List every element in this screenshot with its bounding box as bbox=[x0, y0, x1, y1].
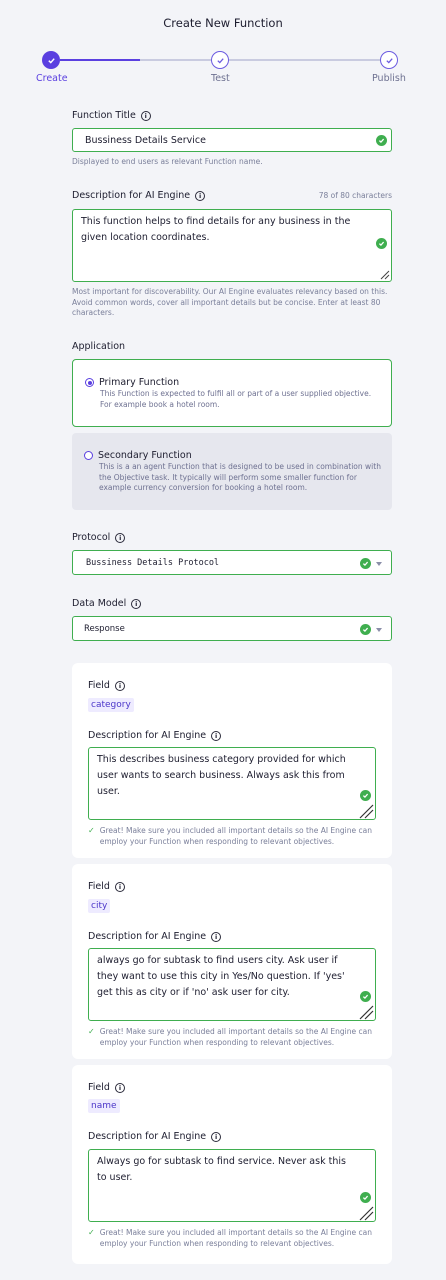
data-model-select[interactable]: Response bbox=[72, 616, 392, 641]
step-test-label[interactable]: Test bbox=[211, 73, 230, 84]
field-description-value: Always go for subtask to find service. N… bbox=[97, 1156, 346, 1183]
function-title-label-text: Function Title bbox=[72, 110, 136, 121]
function-title-value: Bussiness Details Service bbox=[85, 135, 206, 146]
valid-check-icon bbox=[376, 238, 387, 249]
valid-check-icon bbox=[360, 624, 371, 635]
field-ok-text: Great! Make sure you included all import… bbox=[99, 1027, 372, 1047]
protocol-select[interactable]: Bussiness Details Protocol bbox=[72, 550, 392, 575]
field-description-textarea[interactable]: always go for subtask to find users city… bbox=[88, 948, 376, 1021]
field-description-textarea[interactable]: Always go for subtask to find service. N… bbox=[88, 1149, 376, 1222]
field-description-label-text: Description for AI Engine bbox=[88, 730, 207, 741]
field-description-label: Description for AI Engine i bbox=[88, 1131, 222, 1142]
valid-check-icon bbox=[376, 135, 387, 146]
field-label-text: Field bbox=[88, 881, 110, 892]
resize-handle-icon[interactable] bbox=[359, 1206, 374, 1221]
field-ok-message: ✓ Great! Make sure you included all impo… bbox=[88, 826, 378, 847]
info-icon[interactable]: i bbox=[114, 1082, 125, 1093]
field-label: Field i bbox=[88, 881, 125, 892]
info-icon[interactable]: i bbox=[195, 190, 206, 201]
primary-function-desc: This Function is expected to fulfil all … bbox=[100, 389, 372, 409]
description-hint: Most important for discoverability. Our … bbox=[72, 287, 388, 317]
primary-function-title: Primary Function bbox=[99, 377, 180, 388]
radio-unselected-icon[interactable] bbox=[84, 451, 93, 460]
resize-handle-icon[interactable] bbox=[380, 270, 390, 280]
info-icon[interactable]: i bbox=[114, 680, 125, 691]
check-icon: ✓ bbox=[88, 1228, 95, 1237]
field-description-textarea[interactable]: This describes business category provide… bbox=[88, 747, 376, 820]
field-description-label: Description for AI Engine i bbox=[88, 931, 222, 942]
data-model-value: Response bbox=[84, 624, 125, 634]
field-ok-text: Great! Make sure you included all import… bbox=[99, 826, 372, 846]
field-description-value: always go for subtask to find users city… bbox=[97, 955, 345, 998]
chevron-down-icon[interactable] bbox=[376, 628, 382, 632]
application-label: Application bbox=[72, 341, 126, 352]
valid-check-icon bbox=[360, 558, 371, 569]
info-icon[interactable]: i bbox=[140, 110, 151, 121]
description-textarea[interactable]: This function helps to find details for … bbox=[72, 209, 392, 282]
character-counter: 78 of 80 characters bbox=[318, 191, 392, 200]
page-title: Create New Function bbox=[163, 16, 283, 30]
check-icon: ✓ bbox=[88, 1027, 95, 1036]
step-test-dot[interactable] bbox=[211, 51, 229, 69]
step-create-dot[interactable] bbox=[42, 51, 60, 69]
protocol-label: Protocol i bbox=[72, 532, 126, 543]
valid-check-icon bbox=[360, 991, 371, 1002]
field-card-name: Field i name Description for AI Engine i… bbox=[72, 1065, 392, 1264]
field-label: Field i bbox=[88, 680, 125, 691]
field-ok-message: ✓ Great! Make sure you included all impo… bbox=[88, 1027, 378, 1048]
field-label-text: Field bbox=[88, 680, 110, 691]
chevron-down-icon[interactable] bbox=[376, 562, 382, 566]
field-card-city: Field i city Description for AI Engine i… bbox=[72, 864, 392, 1059]
resize-handle-icon[interactable] bbox=[359, 1005, 374, 1020]
info-icon[interactable]: i bbox=[211, 931, 222, 942]
field-name-chip: category bbox=[88, 698, 134, 712]
description-label-text: Description for AI Engine bbox=[72, 190, 191, 201]
secondary-function-desc: This is a an agent Function that is desi… bbox=[99, 462, 381, 492]
secondary-function-title: Secondary Function bbox=[98, 450, 192, 461]
description-value: This function helps to find details for … bbox=[81, 216, 351, 243]
check-icon bbox=[47, 57, 55, 64]
field-name-chip: city bbox=[88, 899, 111, 913]
stepper-track-line bbox=[140, 59, 380, 61]
step-publish-label[interactable]: Publish bbox=[372, 73, 406, 84]
check-icon bbox=[385, 57, 393, 63]
field-description-label-text: Description for AI Engine bbox=[88, 1131, 207, 1142]
data-model-label-text: Data Model bbox=[72, 598, 127, 609]
function-title-hint: Displayed to end users as relevant Funct… bbox=[72, 157, 263, 166]
field-label: Field i bbox=[88, 1082, 125, 1093]
field-ok-message: ✓ Great! Make sure you included all impo… bbox=[88, 1228, 378, 1249]
info-icon[interactable]: i bbox=[115, 532, 126, 543]
field-description-value: This describes business category provide… bbox=[97, 754, 346, 797]
field-label-text: Field bbox=[88, 1082, 110, 1093]
description-label: Description for AI Engine i bbox=[72, 190, 206, 201]
stepper-progress-line bbox=[60, 59, 140, 61]
valid-check-icon bbox=[360, 1192, 371, 1203]
protocol-value: Bussiness Details Protocol bbox=[86, 558, 220, 568]
function-title-label: Function Title i bbox=[72, 110, 151, 121]
valid-check-icon bbox=[360, 790, 371, 801]
step-create-label[interactable]: Create bbox=[36, 73, 68, 84]
field-ok-text: Great! Make sure you included all import… bbox=[99, 1228, 372, 1248]
step-publish-dot[interactable] bbox=[380, 51, 398, 69]
info-icon[interactable]: i bbox=[131, 598, 142, 609]
field-description-label: Description for AI Engine i bbox=[88, 730, 222, 741]
radio-selected-icon[interactable] bbox=[85, 378, 94, 387]
field-card-category: Field i category Description for AI Engi… bbox=[72, 663, 392, 858]
check-icon: ✓ bbox=[88, 826, 95, 835]
info-icon[interactable]: i bbox=[211, 730, 222, 741]
field-description-label-text: Description for AI Engine bbox=[88, 931, 207, 942]
check-icon bbox=[216, 57, 224, 63]
info-icon[interactable]: i bbox=[114, 881, 125, 892]
function-title-input[interactable]: Bussiness Details Service bbox=[72, 128, 392, 152]
field-name-chip: name bbox=[88, 1099, 120, 1113]
resize-handle-icon[interactable] bbox=[359, 804, 374, 819]
secondary-function-option[interactable]: Secondary Function This is a an agent Fu… bbox=[72, 433, 392, 510]
primary-function-option[interactable]: Primary Function This Function is expect… bbox=[72, 359, 392, 427]
protocol-label-text: Protocol bbox=[72, 532, 111, 543]
info-icon[interactable]: i bbox=[211, 1131, 222, 1142]
data-model-label: Data Model i bbox=[72, 598, 142, 609]
